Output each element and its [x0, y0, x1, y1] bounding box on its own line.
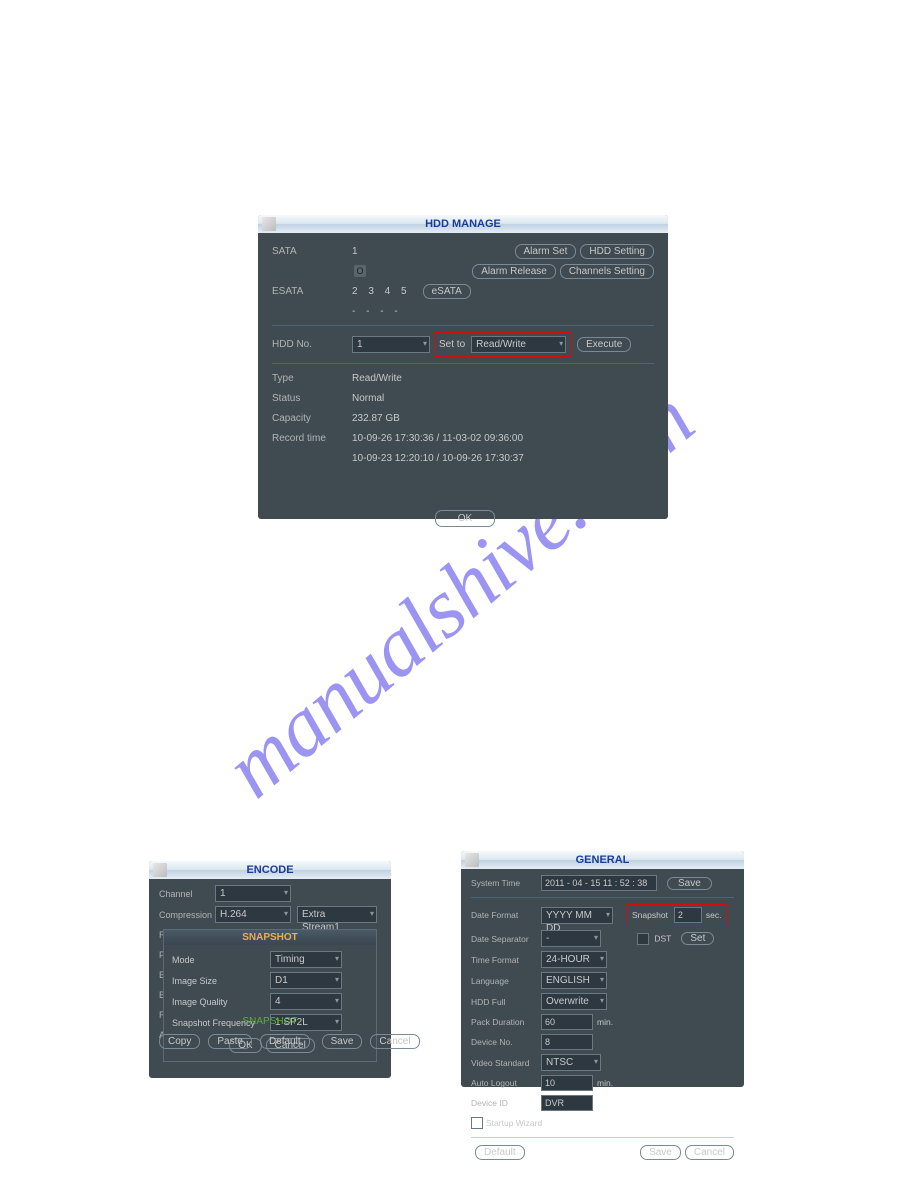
image--quality-dropdown[interactable]: 4 — [270, 993, 342, 1010]
snapshot-link[interactable]: SNAPSHOT — [242, 1016, 297, 1027]
capacity-value: 232.87 GB — [352, 413, 400, 424]
time-format-label: Time Format — [471, 955, 541, 965]
hdd-manage-window: HDD MANAGE SATA 1 Alarm Set HDD Setting … — [258, 215, 668, 519]
encode-window: ENCODE Channel 1 Compression H.264 Extra… — [149, 861, 391, 1078]
dst-checkbox[interactable] — [637, 933, 649, 945]
ok-button[interactable]: OK — [435, 510, 495, 527]
language-label: Language — [471, 976, 541, 986]
hdd-no-dropdown[interactable]: 1 — [352, 336, 430, 353]
date-format-dropdown[interactable]: YYYY MM DD — [541, 907, 613, 924]
general-title: GENERAL — [576, 854, 630, 866]
status-label: Status — [272, 393, 352, 404]
alarm-release-button[interactable]: Alarm Release — [472, 264, 556, 279]
hdd-no-label: HDD No. — [272, 339, 352, 350]
dst-set-button[interactable]: Set — [681, 932, 714, 945]
image-quality-label: Image Quality — [172, 997, 270, 1007]
extra-stream-dropdown[interactable]: Extra Stream1 — [297, 906, 377, 923]
time-format-dropdown[interactable]: 24-HOUR — [541, 951, 607, 968]
snapshot-input[interactable]: 2 — [674, 907, 702, 923]
default-button[interactable]: Default — [260, 1034, 310, 1049]
auto-logout-input[interactable]: 10 — [541, 1075, 593, 1091]
execute-button[interactable]: Execute — [577, 337, 631, 352]
window-icon — [153, 863, 167, 877]
encode-titlebar: ENCODE — [149, 861, 391, 879]
copy-button[interactable]: Copy — [159, 1034, 200, 1049]
channel-label: Channel — [159, 889, 215, 899]
hdd-title: HDD MANAGE — [425, 218, 501, 230]
esata-status-dashes: - - - - — [352, 306, 402, 317]
compression-dropdown[interactable]: H.264 — [215, 906, 291, 923]
device-id-input[interactable]: DVR — [541, 1095, 593, 1111]
sata-label: SATA — [272, 246, 352, 257]
device-no-input[interactable]: 8 — [541, 1034, 593, 1050]
compression-label: Compression — [159, 910, 215, 920]
general-window: GENERAL System Time 2011 - 04 - 15 11 : … — [461, 851, 744, 1087]
type-value: Read/Write — [352, 373, 402, 384]
image-size-label: Image Size — [172, 976, 270, 986]
snapshot-unit: sec. — [706, 910, 722, 920]
device-id-label: Device ID — [471, 1098, 541, 1108]
general-titlebar: GENERAL — [461, 851, 744, 869]
status-value: Normal — [352, 393, 384, 404]
snapshot-label: Snapshot — [632, 910, 668, 920]
hdd-full-label: HDD Full — [471, 997, 541, 1007]
snapshot-dialog-title: SNAPSHOT — [164, 930, 376, 945]
pack-duration-label: Pack Duration — [471, 1017, 541, 1027]
cancel-button[interactable]: Cancel — [685, 1145, 734, 1160]
esata-button[interactable]: eSATA — [423, 284, 471, 299]
image-size-dropdown[interactable]: D1 — [270, 972, 342, 989]
encode-title: ENCODE — [246, 864, 293, 876]
paste-button[interactable]: Paste — [208, 1034, 252, 1049]
language-dropdown[interactable]: ENGLISH — [541, 972, 607, 989]
save-button[interactable]: Save — [322, 1034, 363, 1049]
type-label: Type — [272, 373, 352, 384]
pack-duration-unit: min. — [597, 1017, 613, 1027]
system-time-label: System Time — [471, 878, 541, 888]
alarm-set-button[interactable]: Alarm Set — [515, 244, 577, 259]
hdd-full-dropdown[interactable]: Overwrite — [541, 993, 607, 1010]
date-format-label: Date Format — [471, 910, 541, 920]
channels-setting-button[interactable]: Channels Setting — [560, 264, 654, 279]
record-time-value1: 10-09-26 17:30:36 / 11-03-02 09:36:00 — [352, 433, 523, 444]
dst-label: DST — [654, 933, 671, 943]
hdd-titlebar: HDD MANAGE — [258, 215, 668, 233]
save-top-button[interactable]: Save — [667, 877, 712, 890]
channel-dropdown[interactable]: 1 — [215, 885, 291, 902]
startup-wizard-checkbox[interactable] — [471, 1117, 483, 1129]
esata-ports: 2 3 4 5 — [352, 286, 411, 297]
sata-value: 1 — [352, 246, 358, 257]
record-time-label: Record time — [272, 433, 352, 444]
date-separator-dropdown[interactable]: - — [541, 930, 601, 947]
video-standard-label: Video Standard — [471, 1058, 541, 1068]
hdd-setting-button[interactable]: HDD Setting — [580, 244, 654, 259]
auto-logout-unit: min. — [597, 1078, 613, 1088]
save-button[interactable]: Save — [640, 1145, 681, 1160]
set-to-dropdown[interactable]: Read/Write — [471, 336, 566, 353]
sata-status-indicator: O — [354, 265, 366, 277]
capacity-label: Capacity — [272, 413, 352, 424]
esata-label: ESATA — [272, 286, 352, 297]
startup-wizard-label: Startup Wizard — [486, 1118, 542, 1128]
device-no-label: Device No. — [471, 1037, 541, 1047]
auto-logout-label: Auto Logout — [471, 1078, 541, 1088]
pack-duration-input[interactable]: 60 — [541, 1014, 593, 1030]
record-time-value2: 10-09-23 12:20:10 / 10-09-26 17:30:37 — [352, 453, 524, 464]
mode-dropdown[interactable]: Timing — [270, 951, 342, 968]
cancel-button[interactable]: Cancel — [370, 1034, 419, 1049]
system-time-input[interactable]: 2011 - 04 - 15 11 : 52 : 38 — [541, 875, 657, 891]
window-icon — [262, 217, 276, 231]
mode-label: Mode — [172, 955, 270, 965]
default-button[interactable]: Default — [475, 1145, 525, 1160]
mouse-cursor-icon: ➤ — [757, 995, 767, 1009]
video-standard-dropdown[interactable]: NTSC — [541, 1054, 601, 1071]
date-separator-label: Date Separator — [471, 934, 541, 944]
set-to-label: Set to — [439, 339, 465, 350]
window-icon — [465, 853, 479, 867]
